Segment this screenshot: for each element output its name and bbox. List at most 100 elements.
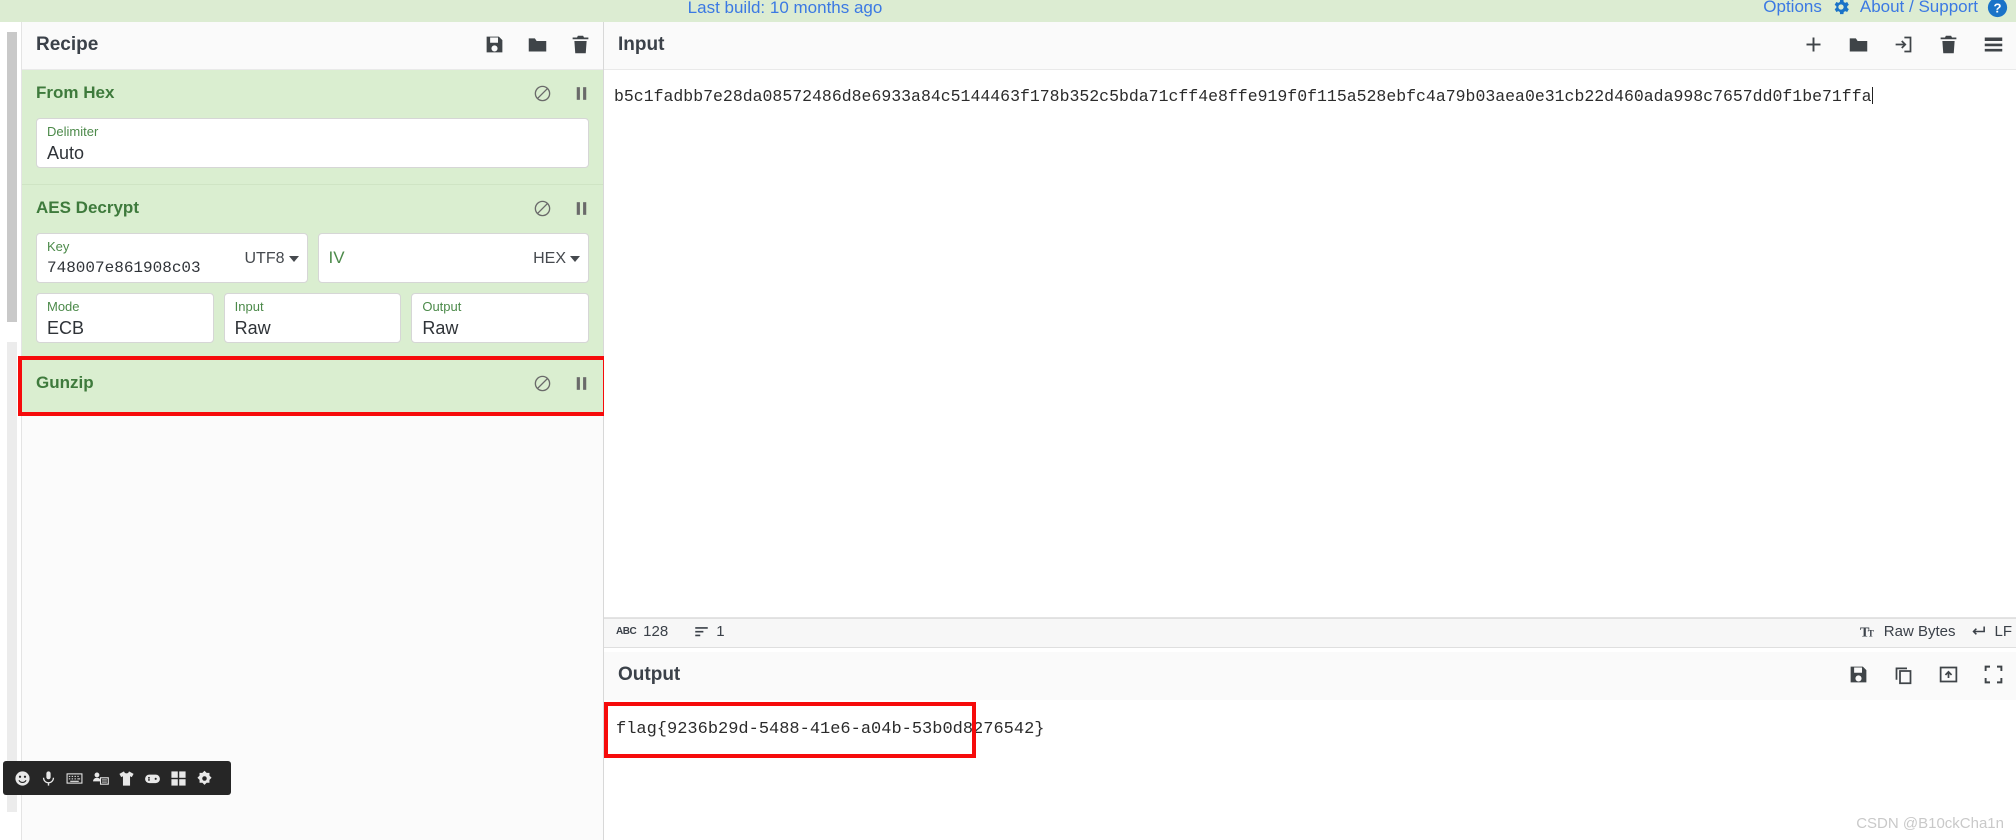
add-tab-icon[interactable] xyxy=(1803,34,1824,55)
arg-input-type[interactable]: Input Raw xyxy=(223,293,402,343)
output-textarea[interactable]: flag{9236b29d-5488-41e6-a04b-53b0d827654… xyxy=(604,700,2016,840)
input-lines-status[interactable]: 1 xyxy=(694,623,725,640)
chevron-down-icon xyxy=(570,256,580,262)
pause-icon[interactable] xyxy=(572,374,591,393)
output-title: Output xyxy=(618,664,681,685)
microphone-icon[interactable] xyxy=(35,765,61,791)
key-encoding-label: UTF8 xyxy=(244,250,285,267)
disable-icon[interactable] xyxy=(533,374,552,393)
pause-icon[interactable] xyxy=(572,199,591,218)
recipe-operation[interactable]: AES Decrypt Key 748007e861908c03 UTF8 IV… xyxy=(22,185,603,360)
pause-icon[interactable] xyxy=(572,84,591,103)
disable-icon[interactable] xyxy=(533,84,552,103)
recipe-operation[interactable]: From Hex Delimiter Auto xyxy=(22,70,603,185)
open-folder-icon[interactable] xyxy=(1848,34,1869,55)
scrollbar-thumb[interactable] xyxy=(7,32,17,322)
arg-output-type[interactable]: Output Raw xyxy=(411,293,590,343)
operation-controls xyxy=(533,84,591,103)
input-header: Input xyxy=(604,22,2016,70)
operation-header[interactable]: From Hex xyxy=(22,70,603,118)
reset-pane-layout-icon[interactable] xyxy=(1983,34,2004,55)
arg-label: Mode xyxy=(47,299,80,314)
open-file-icon[interactable] xyxy=(1893,34,1914,55)
operation-header[interactable]: AES Decrypt xyxy=(22,185,603,233)
ime-toolbar xyxy=(3,761,231,795)
recipe-toolbar xyxy=(484,34,591,55)
save-recipe-icon[interactable] xyxy=(484,34,505,55)
banner-links: Options About / Support ? xyxy=(1763,0,2008,18)
about-support-link[interactable]: About / Support xyxy=(1860,0,1978,18)
input-value[interactable]: b5c1fadbb7e28da08572486d8e6933a84c514446… xyxy=(614,84,2008,109)
input-toolbar xyxy=(1803,34,2004,55)
arg-label: Delimiter xyxy=(47,124,99,139)
arg-value[interactable]: Raw xyxy=(422,315,578,341)
lines-icon xyxy=(695,627,708,637)
chevron-down-icon xyxy=(288,256,299,262)
gamepad-icon[interactable] xyxy=(139,765,165,791)
key-encoding-dropdown[interactable]: UTF8 xyxy=(245,250,299,268)
help-circle-icon[interactable]: ? xyxy=(1987,0,2008,18)
load-recipe-icon[interactable] xyxy=(527,34,548,55)
clear-input-icon[interactable] xyxy=(1938,34,1959,55)
operation-title: From Hex xyxy=(36,83,115,102)
options-link[interactable]: Options xyxy=(1763,0,1822,18)
input-charenc-label: Raw Bytes xyxy=(1883,623,1956,640)
operation-title: AES Decrypt xyxy=(36,198,139,217)
input-status-bar: ABC 128 1 TT Raw Bytes LF xyxy=(604,618,2016,648)
copy-output-icon[interactable] xyxy=(1893,664,1914,685)
input-charenc-control[interactable]: TT Raw Bytes xyxy=(1860,623,1956,640)
settings-icon[interactable] xyxy=(191,765,217,791)
operation-controls xyxy=(533,199,591,218)
replace-input-icon[interactable] xyxy=(1938,664,1959,685)
scrollbar-track[interactable] xyxy=(7,342,17,812)
font-size-icon: TT xyxy=(1860,624,1874,640)
svg-text:?: ? xyxy=(1993,0,2001,15)
keyboard-icon[interactable] xyxy=(61,765,87,791)
iv-encoding-label: HEX xyxy=(533,250,566,267)
operation-controls xyxy=(533,374,591,393)
save-output-icon[interactable] xyxy=(1848,664,1869,685)
arg-delimiter[interactable]: Delimiter Auto xyxy=(36,118,589,168)
input-status-left: ABC 128 1 xyxy=(616,623,725,640)
operation-title: Gunzip xyxy=(36,373,94,392)
pane-resize-grip[interactable] xyxy=(1288,645,1332,658)
arg-mode[interactable]: Mode ECB xyxy=(36,293,214,343)
arg-value[interactable]: Raw xyxy=(235,315,391,341)
arg-iv[interactable]: IV HEX xyxy=(317,233,589,283)
arg-label: Input xyxy=(234,299,264,314)
input-status-right: TT Raw Bytes LF xyxy=(1860,623,2012,640)
input-title: Input xyxy=(618,34,665,55)
input-length-status[interactable]: ABC 128 xyxy=(616,623,668,640)
input-lines-value: 1 xyxy=(716,623,725,640)
io-panel: Input b5c1fadbb7e28da08572486d8e6933a84c… xyxy=(604,22,2016,840)
operation-args: Delimiter Auto xyxy=(22,118,603,184)
smiley-icon[interactable] xyxy=(9,765,35,791)
recipe-operation-gunzip[interactable]: Gunzip xyxy=(18,356,607,416)
recipe-panel: Recipe From Hex Delimiter Auto AES Decry… xyxy=(18,22,607,840)
arg-value[interactable]: ECB xyxy=(47,315,203,341)
recipe-header: Recipe xyxy=(22,22,603,70)
gear-icon[interactable] xyxy=(1831,0,1851,17)
operation-args: Key 748007e861908c03 UTF8 IV HEX Mode EC… xyxy=(22,233,603,359)
clear-recipe-icon[interactable] xyxy=(570,34,591,55)
left-scrollbar[interactable] xyxy=(0,22,22,840)
arg-label: Output xyxy=(422,299,462,314)
maximise-output-icon[interactable] xyxy=(1983,664,2004,685)
disable-icon[interactable] xyxy=(533,199,552,218)
arg-value[interactable]: Auto xyxy=(47,140,578,166)
abc-icon: ABC xyxy=(616,626,637,637)
last-build-text: Last build: 10 months ago xyxy=(687,0,883,17)
iv-encoding-dropdown[interactable]: HEX xyxy=(533,250,580,268)
top-banner: Last build: 10 months ago Options About … xyxy=(0,0,2016,22)
text-caret xyxy=(1871,87,1873,104)
cyberchef-app: Last build: 10 months ago Options About … xyxy=(0,0,2016,840)
contact-card-icon[interactable] xyxy=(87,765,113,791)
output-value[interactable]: flag{9236b29d-5488-41e6-a04b-53b0d827654… xyxy=(604,702,1044,758)
input-lineend-control[interactable]: LF xyxy=(1970,623,2012,640)
operation-header[interactable]: Gunzip xyxy=(22,360,603,412)
output-toolbar xyxy=(1848,664,2004,685)
apps-grid-icon[interactable] xyxy=(165,765,191,791)
tshirt-icon[interactable] xyxy=(113,765,139,791)
input-textarea[interactable]: b5c1fadbb7e28da08572486d8e6933a84c514446… xyxy=(604,70,2016,618)
arg-key[interactable]: Key 748007e861908c03 UTF8 xyxy=(36,233,308,283)
